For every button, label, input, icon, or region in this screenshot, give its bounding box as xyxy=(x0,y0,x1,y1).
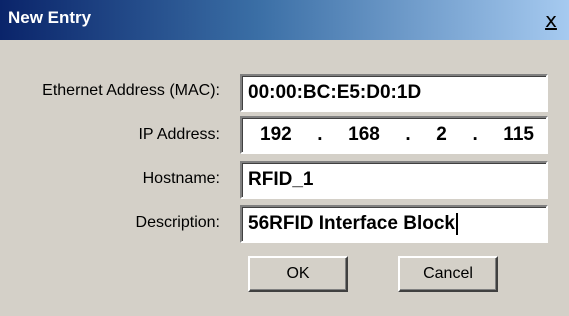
hostname-input[interactable]: RFID_1 xyxy=(240,161,548,199)
ip-octet-1[interactable]: 192 xyxy=(260,124,292,146)
close-button[interactable]: x xyxy=(539,8,563,32)
ip-octet-3[interactable]: 2 xyxy=(436,124,447,146)
ip-dot: . xyxy=(405,124,411,145)
ip-label: IP Address: xyxy=(138,126,220,143)
ip-octet-4[interactable]: 115 xyxy=(503,124,534,146)
mac-label: Ethernet Address (MAC): xyxy=(42,82,220,99)
cancel-button-label: Cancel xyxy=(423,265,473,282)
ip-dot: . xyxy=(317,124,323,145)
ip-dot: . xyxy=(472,124,478,145)
new-entry-dialog: New Entry x Ethernet Address (MAC): 00:0… xyxy=(0,0,569,316)
mac-address-input[interactable]: 00:00:BC:E5:D0:1D xyxy=(240,74,548,112)
cancel-button[interactable]: Cancel xyxy=(398,256,498,292)
ip-address-input[interactable]: 192 . 168 . 2 . 115 xyxy=(240,116,548,154)
ok-button[interactable]: OK xyxy=(248,256,348,292)
description-label: Description: xyxy=(135,214,220,231)
hostname-label: Hostname: xyxy=(142,170,220,187)
text-caret xyxy=(455,213,458,235)
ip-octet-2[interactable]: 168 xyxy=(348,124,380,146)
mac-address-value: 00:00:BC:E5:D0:1D xyxy=(248,82,422,103)
title-bar[interactable]: New Entry x xyxy=(0,0,569,40)
window-title: New Entry xyxy=(8,8,92,27)
ok-button-label: OK xyxy=(286,265,310,282)
description-value: 56RFID Interface Block xyxy=(248,213,455,234)
description-input[interactable]: 56RFID Interface Block xyxy=(240,205,548,243)
close-icon: x xyxy=(545,8,557,32)
hostname-value: RFID_1 xyxy=(248,169,314,190)
